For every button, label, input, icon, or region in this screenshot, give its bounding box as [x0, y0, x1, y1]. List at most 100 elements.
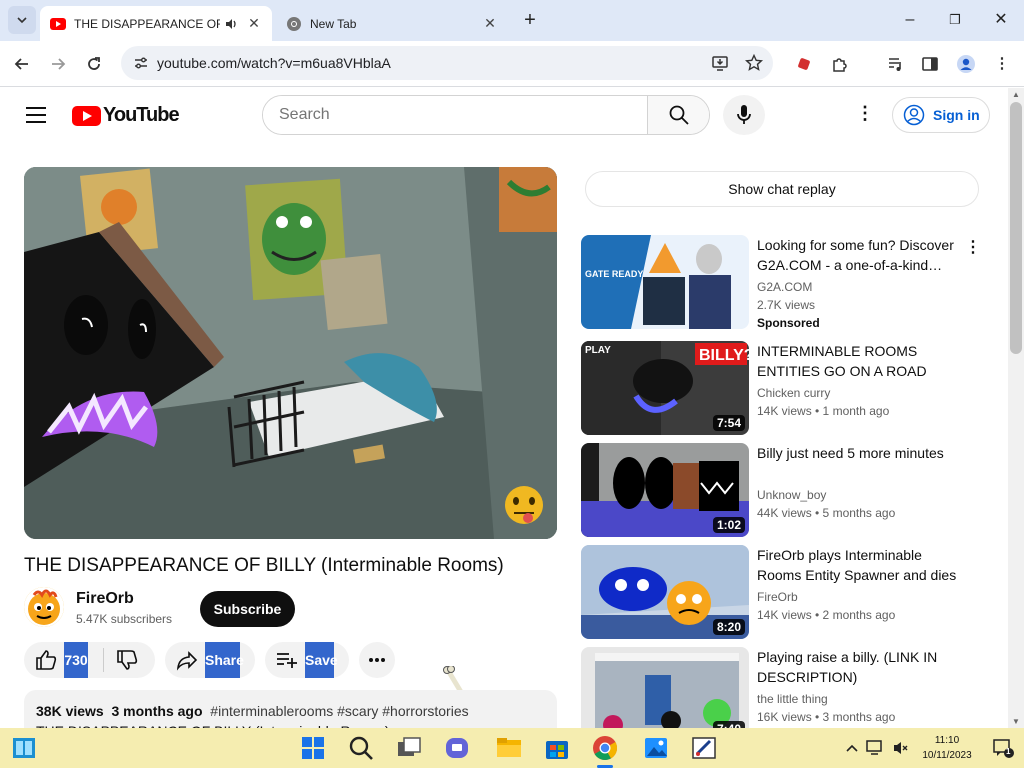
close-tab-icon[interactable]: ✕: [246, 15, 262, 31]
tab-active[interactable]: THE DISAPPEARANCE OF BI ✕: [40, 6, 272, 41]
video-thumbnail[interactable]: GATE READY: [581, 235, 749, 329]
account-circle-icon: [903, 104, 925, 126]
channel-name[interactable]: FireOrb: [76, 590, 134, 608]
show-chat-replay-button[interactable]: Show chat replay: [585, 171, 979, 207]
close-window-button[interactable]: ✕: [981, 6, 1021, 34]
volume-muted-icon[interactable]: [892, 740, 908, 756]
video-thumbnail[interactable]: 8:20: [581, 545, 749, 639]
video-title: THE DISAPPEARANCE OF BILLY (Interminable…: [24, 555, 504, 576]
recommendation-sponsored[interactable]: GATE READY Looking for some fun? Discove…: [581, 235, 1001, 330]
new-tab-button[interactable]: +: [516, 6, 544, 34]
widgets-icon[interactable]: [10, 734, 38, 762]
save-button[interactable]: Save: [265, 642, 349, 678]
scrollbar-thumb[interactable]: [1010, 102, 1022, 354]
save-label: Save: [305, 642, 338, 678]
back-button[interactable]: [8, 50, 36, 78]
search-input[interactable]: [263, 96, 647, 134]
recommendation-title[interactable]: Billy just need 5 more minutes: [757, 443, 967, 463]
tab-new-tab[interactable]: New Tab ✕: [276, 6, 512, 41]
file-explorer-icon[interactable]: [495, 734, 523, 762]
hamburger-menu-icon[interactable]: [25, 106, 47, 124]
speaker-icon[interactable]: [224, 17, 238, 31]
recommendation-item[interactable]: 1:02 Billy just need 5 more minutes Unkn…: [581, 443, 1001, 537]
hashtags[interactable]: #interminablerooms #scary #horrorstories: [210, 703, 468, 719]
windows-start-icon[interactable]: [299, 734, 327, 762]
bookmark-star-icon[interactable]: [745, 54, 763, 72]
playlist-add-icon: [277, 653, 297, 668]
minimize-button[interactable]: –: [890, 6, 930, 34]
scroll-up-icon[interactable]: ▲: [1012, 90, 1020, 99]
like-dislike-group: 730: [24, 642, 155, 678]
close-tab-icon[interactable]: ✕: [482, 15, 498, 31]
restore-button[interactable]: ❐: [935, 6, 975, 34]
recommendation-title[interactable]: Looking for some fun? Discover G2A.COM -…: [757, 235, 967, 275]
youtube-logo[interactable]: YouTube: [72, 104, 180, 127]
like-count[interactable]: 730: [64, 642, 88, 678]
task-view-icon[interactable]: [395, 734, 423, 762]
video-thumbnail[interactable]: 7:40: [581, 647, 749, 741]
photos-icon[interactable]: [642, 734, 670, 762]
extensions-puzzle-icon[interactable]: [828, 52, 852, 76]
channel-avatar[interactable]: [24, 587, 64, 627]
subscribe-button[interactable]: Subscribe: [200, 591, 295, 627]
youtube-header: YouTube ⋮ Sign in: [0, 88, 1008, 144]
recommendation-title[interactable]: Playing raise a billy. (LINK IN DESCRIPT…: [757, 647, 967, 687]
recommendation-channel: Chicken curry: [757, 386, 831, 400]
thumbs-down-icon[interactable]: [115, 648, 139, 672]
recommendation-title[interactable]: INTERMINABLE ROOMS ENTITIES GO ON A ROAD…: [757, 341, 967, 381]
taskbar-search-icon[interactable]: [347, 734, 375, 762]
recommendation-item[interactable]: 7:40 Playing raise a billy. (LINK IN DES…: [581, 647, 1001, 741]
teams-chat-icon[interactable]: [443, 734, 471, 762]
share-button[interactable]: Share: [165, 642, 255, 678]
thumbs-up-icon[interactable]: [34, 648, 58, 672]
install-app-icon[interactable]: [711, 54, 729, 72]
fireorb-avatar-icon: [24, 587, 64, 627]
video-duration: 7:54: [712, 415, 745, 431]
channel-row: FireOrb 5.47K subscribers Subscribe: [24, 587, 557, 629]
search-box: [262, 95, 710, 135]
share-arrow-icon: [176, 651, 198, 671]
arrow-left-icon: [14, 58, 28, 70]
voice-search-button[interactable]: [723, 95, 765, 135]
media-control-icon[interactable]: [884, 52, 908, 76]
more-vert-icon[interactable]: ⋮: [965, 237, 981, 257]
browser-menu-icon[interactable]: ⋮: [990, 52, 1014, 76]
side-panel-icon[interactable]: [918, 52, 942, 76]
reload-button[interactable]: [80, 50, 108, 78]
search-button[interactable]: [647, 96, 709, 134]
settings-kebab-icon[interactable]: ⋮: [856, 103, 874, 124]
like-divider: [103, 648, 104, 672]
tray-chevron-up-icon[interactable]: [846, 743, 858, 753]
system-clock[interactable]: 11:10 10/11/2023: [916, 733, 978, 763]
address-bar[interactable]: youtube.com/watch?v=m6ua8VHblaA: [121, 46, 773, 80]
microsoft-store-icon[interactable]: [543, 734, 571, 762]
chrome-favicon-icon: [287, 16, 301, 31]
extension-red-icon[interactable]: [792, 52, 816, 76]
more-horizontal-icon: [369, 658, 385, 662]
site-settings-icon[interactable]: [133, 55, 149, 71]
tab-search-button[interactable]: [8, 6, 36, 34]
scroll-down-icon[interactable]: ▼: [1012, 717, 1020, 726]
more-actions-button[interactable]: [359, 642, 395, 678]
video-duration: 1:02: [712, 517, 745, 533]
recommendation-item[interactable]: PLAY BILLY? 7:54 INTERMINABLE ROOMS ENTI…: [581, 341, 1001, 435]
subscriber-count: 5.47K subscribers: [76, 612, 173, 626]
video-thumbnail[interactable]: 1:02: [581, 443, 749, 537]
video-thumbnail[interactable]: PLAY BILLY? 7:54: [581, 341, 749, 435]
recommendation-title[interactable]: FireOrb plays Interminable Rooms Entity …: [757, 545, 967, 585]
recommendation-channel: FireOrb: [757, 590, 798, 604]
sign-in-button[interactable]: Sign in: [892, 97, 990, 133]
page-scrollbar[interactable]: ▲ ▼: [1008, 88, 1024, 728]
upload-age: 3 months ago: [111, 703, 203, 719]
video-player[interactable]: [24, 167, 557, 539]
forward-button[interactable]: [44, 50, 72, 78]
svg-text:GATE READY: GATE READY: [585, 269, 643, 279]
paint-icon[interactable]: [690, 734, 718, 762]
recommendation-item[interactable]: 8:20 FireOrb plays Interminable Rooms En…: [581, 545, 1001, 639]
profile-avatar-icon[interactable]: [954, 52, 978, 76]
notification-center-button[interactable]: 1: [992, 737, 1014, 759]
chrome-icon[interactable]: [591, 734, 619, 762]
notification-icon: [993, 739, 1014, 758]
description-meta: 38K views 3 months ago #interminableroom…: [36, 703, 469, 719]
network-icon[interactable]: [866, 740, 884, 756]
